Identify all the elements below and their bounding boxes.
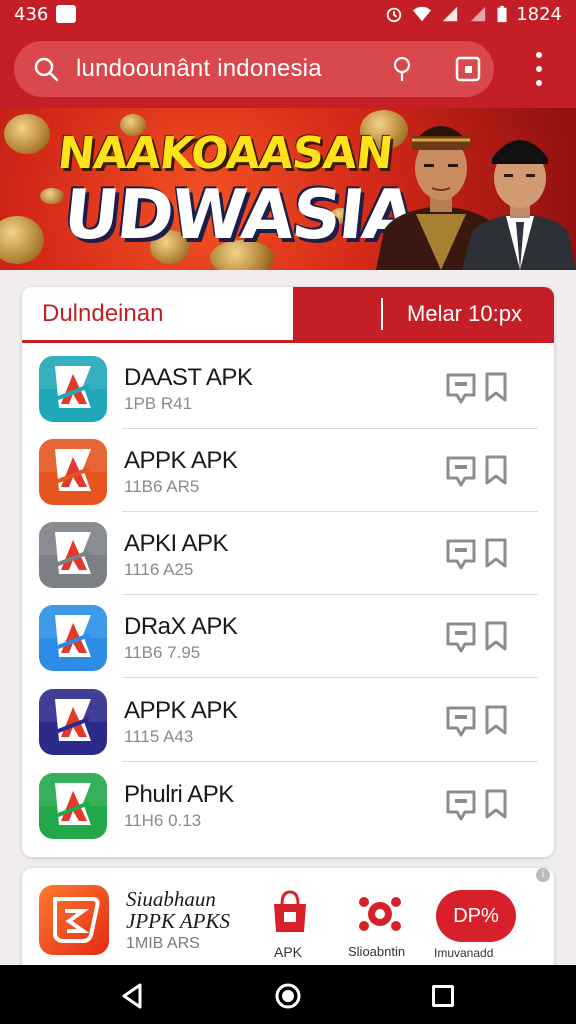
bag-label: APK: [274, 944, 303, 960]
app-meta: 1116 A25: [124, 560, 194, 579]
comment-icon[interactable]: [445, 788, 477, 822]
network-label: Slioabntin: [348, 944, 406, 959]
banner-title: NAAKOAASAN: [55, 128, 395, 179]
row-divider: [122, 511, 538, 512]
row-divider: [122, 594, 538, 595]
promo-banner[interactable]: NAAKOAASAN UDWASIA: [0, 108, 576, 270]
tab-dulndeinan[interactable]: Dulndeinan: [22, 287, 293, 340]
bookmark-icon[interactable]: [484, 620, 508, 652]
comment-icon[interactable]: [445, 704, 477, 738]
status-icons: 1824: [384, 4, 562, 25]
system-nav-bar: [0, 965, 576, 1024]
app-name: DAAST APK: [124, 364, 253, 391]
person-illustration: [462, 140, 576, 270]
app-name: APKI APK: [124, 530, 229, 557]
bookmark-icon[interactable]: [484, 788, 508, 820]
search-icon: [34, 57, 59, 82]
row-divider: [122, 761, 538, 762]
dp-caption: Imuvanadd: [434, 946, 494, 960]
overflow-menu-icon[interactable]: [528, 52, 550, 86]
coin-decoration: [0, 216, 44, 264]
comment-icon[interactable]: [445, 537, 477, 571]
battery-icon: [497, 5, 507, 23]
app-list-item[interactable]: APPK APK 11B6 AR5: [22, 439, 554, 523]
promo-app-meta: 1MIB ARS: [126, 935, 200, 952]
bookmark-icon[interactable]: [484, 537, 508, 569]
status-clock: 1824: [516, 3, 562, 25]
bookmark-icon[interactable]: [484, 704, 508, 736]
app-name: APPK APK: [124, 697, 238, 724]
app-list-item[interactable]: Phulri APK 11H6 0.13: [22, 773, 554, 857]
search-input[interactable]: lundoounânt indonesia: [76, 55, 322, 83]
dp-button[interactable]: DP%: [436, 890, 516, 942]
app-icon[interactable]: [39, 356, 107, 422]
tab-divider: [381, 297, 383, 330]
app-meta: 1PB R41: [124, 394, 193, 413]
promo-strip[interactable]: Siuabhaun JPPK APKS 1MIB ARS APK Slioabn…: [22, 868, 554, 978]
app-name: APPK APK: [124, 447, 238, 474]
camera-icon[interactable]: [454, 55, 482, 83]
app-list-item[interactable]: APPK APK 1115 A43: [22, 689, 554, 773]
promo-app-icon[interactable]: [39, 885, 109, 955]
status-bar: 436 1824: [0, 0, 576, 28]
app-list-item[interactable]: APKI APK 1116 A25: [22, 522, 554, 606]
app-meta: 11H6 0.13: [124, 811, 202, 830]
app-meta: 11B6 AR5: [124, 477, 200, 496]
banner-subtitle: UDWASIA: [59, 176, 418, 255]
app-list-item[interactable]: DRaX APK 11B6 7.95: [22, 605, 554, 689]
signal-2-icon: [470, 6, 486, 22]
coin-decoration: [40, 188, 64, 204]
network-icon[interactable]: [358, 894, 402, 934]
status-time: 436: [14, 3, 49, 25]
tab-melar-label: Melar 10:px: [407, 300, 522, 326]
recent-apps-icon[interactable]: [432, 985, 454, 1007]
shopping-bag-icon[interactable]: [270, 890, 310, 934]
app-name: DRaX APK: [124, 613, 238, 640]
app-list-item[interactable]: DAAST APK 1PB R41: [22, 356, 554, 440]
app-list-card: Dulndeinan Melar 10:px DAAST APK 1PB R41 A…: [22, 287, 554, 857]
app-bar: lundoounânt indonesia: [0, 28, 576, 108]
notification-icon: [56, 5, 77, 23]
coin-decoration: [4, 114, 50, 154]
promo-app-name: Siuabhaun JPPK APKS: [126, 887, 231, 933]
bookmark-icon[interactable]: [484, 454, 508, 486]
app-meta: 1115 A43: [124, 727, 194, 746]
app-icon[interactable]: [39, 439, 107, 505]
app-icon[interactable]: [39, 522, 107, 588]
app-name: Phulri APK: [124, 781, 234, 808]
app-meta: 11B6 7.95: [124, 643, 201, 662]
back-icon[interactable]: [120, 983, 144, 1009]
bookmark-icon[interactable]: [484, 371, 508, 403]
wifi-icon: [413, 6, 432, 22]
row-divider: [122, 428, 538, 429]
row-divider: [122, 677, 538, 678]
comment-icon[interactable]: [445, 454, 477, 488]
alarm-icon: [386, 7, 402, 23]
search-bar[interactable]: lundoounânt indonesia: [14, 41, 494, 97]
tab-bar: Dulndeinan Melar 10:px: [22, 287, 554, 343]
tab-melar[interactable]: Melar 10:px: [293, 287, 554, 340]
home-icon[interactable]: [274, 982, 302, 1010]
comment-icon[interactable]: [445, 620, 477, 654]
signal-icon: [442, 6, 458, 22]
location-pin-icon[interactable]: [390, 55, 414, 83]
app-icon[interactable]: [39, 689, 107, 755]
app-icon[interactable]: [39, 605, 107, 671]
ad-info-icon[interactable]: i: [536, 868, 550, 882]
comment-icon[interactable]: [445, 371, 477, 405]
app-icon[interactable]: [39, 773, 107, 839]
